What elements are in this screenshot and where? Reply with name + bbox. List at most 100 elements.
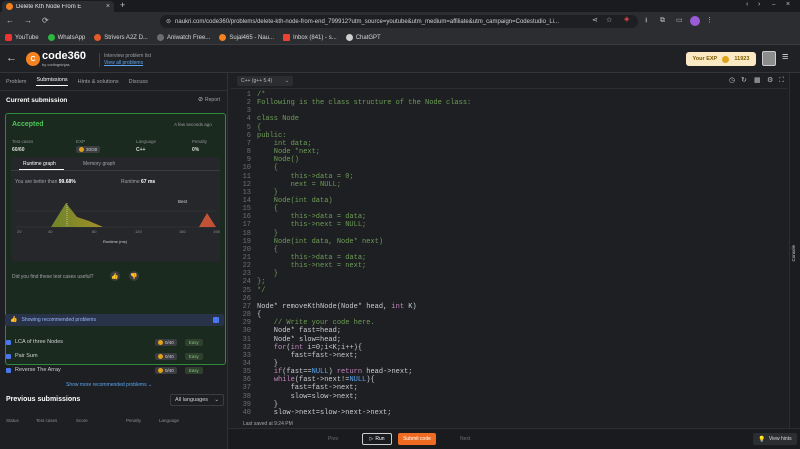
graph-tab-divider xyxy=(11,170,220,171)
window-minimize-icon[interactable]: – xyxy=(772,2,775,8)
code360-logo[interactable]: C code360 by codingninjas xyxy=(26,51,86,67)
code-line: } xyxy=(257,188,279,197)
bookmark-sujal[interactable]: Sujal465 - Nau... xyxy=(219,34,274,41)
browser-menu-icon[interactable]: ⋮ xyxy=(706,17,713,24)
play-icon: ▷ xyxy=(369,436,374,442)
chatgpt-icon xyxy=(345,34,353,41)
line-number: 15 xyxy=(242,205,251,214)
settings-icon[interactable]: ⚙ xyxy=(767,77,773,84)
url-text: naukri.com/code360/problems/delete-kth-n… xyxy=(175,18,559,25)
fullscreen-icon[interactable]: ⛶ xyxy=(779,77,784,84)
minimize-icon[interactable]: ‹ xyxy=(746,1,748,8)
recommended-item[interactable]: LCA of three Nodes 0/40 Easy xyxy=(6,337,224,347)
browser-tab[interactable]: Delete Kth Node From E × xyxy=(2,1,114,12)
code-line: } xyxy=(257,400,279,409)
history-icon[interactable]: ◷ xyxy=(729,77,735,84)
code-line: } xyxy=(257,359,279,368)
runtime-value: Runtime 67 ms xyxy=(121,179,156,185)
bookmark-youtube[interactable]: YouTube xyxy=(5,34,39,41)
browser-tab-bar: Delete Kth Node From E × + ‹ › – × xyxy=(0,0,800,12)
code-line: Node *next; xyxy=(257,148,321,157)
code-area[interactable]: 1 /* 2 Following is the class structure of … xyxy=(231,91,787,419)
recommended-item[interactable]: Reverse The Array 0/40 Easy xyxy=(6,365,224,375)
extensions-puzzle-icon[interactable]: ⧉ xyxy=(660,17,665,24)
line-number: 33 xyxy=(242,351,251,360)
code-line: class Node xyxy=(257,115,300,124)
extension-icon[interactable]: ◈ xyxy=(624,16,629,23)
thumbs-up-icon[interactable]: 👍 xyxy=(110,271,120,281)
chevron-down-icon: ⌄ xyxy=(284,78,289,84)
browser-tab-title: Delete Kth Node From E xyxy=(16,3,82,10)
tab-problem[interactable]: Problem xyxy=(6,79,26,85)
runtime-graph-card: Runtime graph Memory graph You are bette… xyxy=(11,157,220,262)
recommended-checkbox[interactable] xyxy=(213,317,219,323)
close-tab-icon[interactable]: × xyxy=(106,3,110,10)
line-number: 12 xyxy=(242,180,251,189)
report-button[interactable]: ⊘ Report xyxy=(198,97,220,103)
line-number: 17 xyxy=(242,221,251,230)
tab-hints-solutions[interactable]: Hints & solutions xyxy=(78,79,119,85)
thumbs-down-icon[interactable]: 👎 xyxy=(129,271,139,281)
recommended-item[interactable]: Pair Sum 0/40 Easy xyxy=(6,351,224,361)
back-arrow-icon[interactable]: ← xyxy=(6,17,14,25)
test-cases-stat: Test cases 60/60 xyxy=(12,139,34,153)
console-sidebar[interactable]: Console xyxy=(789,73,800,428)
new-tab-icon[interactable]: + xyxy=(120,1,125,10)
current-submission-title: Current submission xyxy=(6,97,68,104)
submission-time: A few seconds ago xyxy=(174,122,212,127)
tab-discuss[interactable]: Discuss xyxy=(129,79,148,85)
language-select[interactable]: C++ (g++ 5.4) ⌄ xyxy=(237,76,293,86)
run-button[interactable]: ▷ Run xyxy=(362,433,392,445)
refresh-icon[interactable]: ↻ xyxy=(741,77,747,84)
code-line: this->data = 0; xyxy=(257,172,354,181)
view-hints-button[interactable]: 💡 View hints xyxy=(753,433,797,445)
profile-avatar[interactable] xyxy=(690,16,700,26)
bookmark-inbox[interactable]: Inbox (841) - s... xyxy=(283,34,337,41)
window-close-icon[interactable]: × xyxy=(786,1,790,8)
url-input[interactable]: ⊜ naukri.com/code360/problems/delete-kth… xyxy=(160,15,638,28)
aniwatch-icon xyxy=(156,34,164,41)
forward-arrow-icon[interactable]: → xyxy=(24,17,32,25)
site-info-icon[interactable]: ⊜ xyxy=(166,19,171,25)
code-line: next = NULL; xyxy=(257,180,342,189)
user-avatar[interactable] xyxy=(762,51,776,66)
bookmark-aniwatch[interactable]: Aniwatch Free... xyxy=(156,34,210,41)
bookmark-chatgpt[interactable]: ChatGPT xyxy=(345,34,381,41)
bookmark-whatsapp[interactable]: WhatsApp xyxy=(47,34,85,41)
restore-icon[interactable]: › xyxy=(758,1,760,8)
language-filter-select[interactable]: All languages ⌄ xyxy=(170,394,224,406)
tab-runtime-graph[interactable]: Runtime graph xyxy=(19,161,64,170)
sidebar-icon[interactable]: ▭ xyxy=(676,17,683,24)
reload-icon[interactable]: ⟳ xyxy=(42,17,49,25)
code-line: Node(int data) xyxy=(257,196,333,205)
show-more-recommended-link[interactable]: Show more recommended problems ⌄ xyxy=(66,382,152,388)
share-icon[interactable]: ⋖ xyxy=(592,17,598,24)
exp-badge: Your EXP 11923 xyxy=(686,52,756,66)
line-number: 5 xyxy=(246,123,251,132)
language-stat: Language C++ xyxy=(136,139,157,153)
next-button[interactable]: Next xyxy=(460,436,470,442)
problem-list-info: Interview problem list View all problems xyxy=(99,53,151,67)
code-line: fast=fast->next; xyxy=(257,351,358,360)
code-line: this->next = NULL; xyxy=(257,221,367,230)
download-icon[interactable]: ⭳ xyxy=(645,17,647,24)
bookmark-strivers[interactable]: Strivers A2Z D... xyxy=(94,34,148,41)
code-line: */ xyxy=(257,286,266,295)
layout-icon[interactable]: ▦ xyxy=(754,77,761,84)
code-line: int data; xyxy=(257,139,312,148)
code-line: fast=fast->next; xyxy=(257,384,358,393)
hamburger-menu-icon[interactable]: ≡ xyxy=(782,51,788,63)
previous-submissions-title: Previous submissions xyxy=(6,396,81,403)
code-line: Node(int data, Node* next) xyxy=(257,237,384,246)
view-all-problems-link[interactable]: View all problems xyxy=(104,60,151,67)
tab-submissions[interactable]: Submissions xyxy=(36,77,68,86)
line-number: 40 xyxy=(242,408,251,417)
line-number: 9 xyxy=(246,156,251,165)
back-arrow-icon[interactable]: ← xyxy=(6,52,17,64)
code-line: Node* fast=head; xyxy=(257,327,342,336)
prev-button[interactable]: Prev xyxy=(328,436,338,442)
bookmark-star-icon[interactable]: ☆ xyxy=(606,17,612,24)
tab-memory-graph[interactable]: Memory graph xyxy=(83,161,115,167)
code-line: { xyxy=(257,311,262,320)
submit-code-button[interactable]: Submit code xyxy=(398,433,436,445)
